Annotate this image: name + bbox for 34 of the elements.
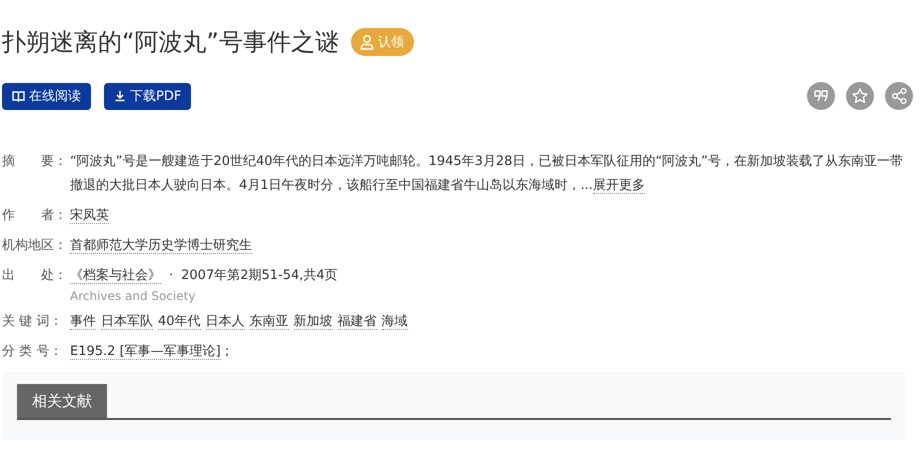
keyword-link[interactable]: 东南亚 xyxy=(250,314,289,330)
keyword-link[interactable]: 事件 xyxy=(70,314,96,330)
issue-info: 2007年第2期51-54,共4页 xyxy=(181,268,338,283)
keyword-link[interactable]: 日本人 xyxy=(206,314,245,330)
expand-link[interactable]: 展开更多 xyxy=(592,178,645,194)
abstract-text: “阿波丸”号是一艘建造于20世纪40年代的日本远洋万吨邮轮。1945年3月28日，已被日本军队征用的“阿波丸”号，在新加坡装载了从东南亚一带撤退的大批日本人驶向日本。4月1日午夜时分，该船行至中国福建省牛山岛以东海域时，...展开更多 xyxy=(70,153,904,196)
book-icon xyxy=(12,90,25,102)
download-button[interactable]: 下载PDF xyxy=(104,82,192,110)
keyword-link[interactable]: 海域 xyxy=(382,314,408,330)
classification-link[interactable]: E195.2 [军事—军事理论] xyxy=(70,344,221,360)
field-label: 摘 要： xyxy=(2,153,68,171)
related-tab[interactable]: 相关文献 xyxy=(17,384,107,418)
quote-icon[interactable] xyxy=(807,82,835,110)
keyword-link[interactable]: 新加坡 xyxy=(294,314,333,330)
field-label: 机构地区： xyxy=(2,237,68,255)
field-label: 作 者： xyxy=(2,207,68,225)
read-online-button[interactable]: 在线阅读 xyxy=(2,82,91,110)
institution-link[interactable]: 首都师范大学历史学博士研究生 xyxy=(70,238,252,254)
field-label: 关 键 词： xyxy=(2,313,64,331)
semicolon: ； xyxy=(220,344,234,359)
keyword-link[interactable]: 日本军队 xyxy=(101,314,153,330)
share-icon[interactable] xyxy=(885,82,913,110)
download-icon xyxy=(114,90,126,102)
person-icon xyxy=(358,34,375,50)
keyword-link[interactable]: 福建省 xyxy=(338,314,377,330)
field-label: 分 类 号： xyxy=(2,343,64,361)
article-title: 扑朔迷离的“阿波丸”号事件之谜 xyxy=(2,27,339,58)
journal-english-name: Archives and Society xyxy=(70,288,196,304)
keyword-link[interactable]: 40年代 xyxy=(158,314,201,330)
separator-dot: · xyxy=(169,268,174,283)
journal-link[interactable]: 《档案与社会》 xyxy=(70,268,161,284)
author-link[interactable]: 宋凤英 xyxy=(70,208,109,224)
field-label: 出 处： xyxy=(2,267,68,285)
star-icon[interactable] xyxy=(846,82,874,110)
